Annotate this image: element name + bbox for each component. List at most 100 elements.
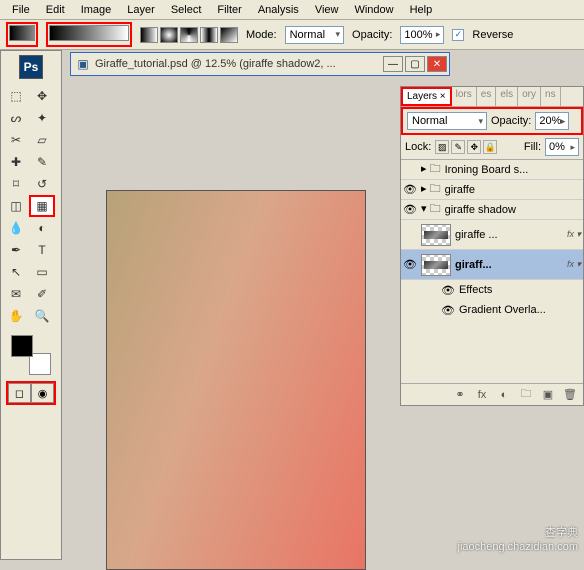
stamp-tool[interactable]: ⌑ xyxy=(3,173,29,195)
menu-filter[interactable]: Filter xyxy=(209,2,249,18)
menu-view[interactable]: View xyxy=(307,2,347,18)
color-swatches[interactable] xyxy=(11,335,51,375)
reverse-checkbox[interactable]: ✓ xyxy=(452,29,464,41)
quickmask-mode-button[interactable]: ◉ xyxy=(31,383,54,403)
document-window: ▣ Giraffe_tutorial.psd @ 12.5% (giraffe … xyxy=(70,52,450,76)
mode-dropdown[interactable]: Normal xyxy=(285,26,344,44)
link-layers-button[interactable]: ⚭ xyxy=(451,387,469,403)
eyedropper-tool[interactable]: ✐ xyxy=(29,283,55,305)
layer-row[interactable]: giraffe ... fx ▾ xyxy=(401,220,583,250)
reflected-gradient-button[interactable] xyxy=(200,27,218,43)
path-tool[interactable]: ↖ xyxy=(3,261,29,283)
diamond-gradient-button[interactable] xyxy=(220,27,238,43)
options-bar: Mode: Normal Opacity: 100% ✓ Reverse xyxy=(0,20,584,50)
panel-tab[interactable]: es xyxy=(477,87,497,106)
shape-tool[interactable]: ▭ xyxy=(29,261,55,283)
menu-help[interactable]: Help xyxy=(402,2,441,18)
zoom-tool[interactable]: 🔍 xyxy=(29,305,55,327)
layer-opacity-label: Opacity: xyxy=(491,115,531,127)
effect-item[interactable]: 👁 Gradient Overla... xyxy=(401,300,583,320)
fill-input[interactable]: 0% xyxy=(545,138,579,156)
visibility-icon[interactable]: 👁 xyxy=(403,183,417,196)
new-group-button[interactable]: 🗀 xyxy=(517,387,535,403)
layer-row[interactable]: 👁 giraff... fx ▾ xyxy=(401,250,583,280)
opacity-label: Opacity: xyxy=(352,29,392,41)
maximize-button[interactable]: ▢ xyxy=(405,56,425,72)
visibility-icon[interactable]: 👁 xyxy=(441,304,455,317)
lock-all-icon[interactable]: 🔒 xyxy=(483,140,497,154)
crop-tool[interactable]: ✂ xyxy=(3,129,29,151)
lock-transparency-icon[interactable]: ▨ xyxy=(435,140,449,154)
foreground-color[interactable] xyxy=(11,335,33,357)
layer-mask-button[interactable]: ◐ xyxy=(495,387,513,403)
layer-name: giraff... xyxy=(455,259,492,271)
layer-row[interactable]: ▸ 🗀 Ironing Board s... xyxy=(401,160,583,180)
menu-image[interactable]: Image xyxy=(73,2,120,18)
dodge-tool[interactable]: ◐ xyxy=(29,217,55,239)
panel-tab[interactable]: lors xyxy=(452,87,477,106)
panel-tab[interactable]: ory xyxy=(518,87,541,106)
gradient-swatch[interactable] xyxy=(9,25,35,41)
delete-layer-button[interactable]: 🗑 xyxy=(561,387,579,403)
notes-tool[interactable]: ✉ xyxy=(3,283,29,305)
gradient-type-group xyxy=(140,27,238,43)
gradient-tool[interactable]: ▦ xyxy=(29,195,55,217)
panel-tab[interactable]: ns xyxy=(541,87,561,106)
pen-tool[interactable]: ✒ xyxy=(3,239,29,261)
layer-thumbnail xyxy=(421,224,451,246)
fx-badge[interactable]: fx ▾ xyxy=(567,229,581,240)
lock-label: Lock: xyxy=(405,141,431,153)
history-brush-tool[interactable]: ↺ xyxy=(29,173,55,195)
gradient-preview[interactable] xyxy=(49,25,129,41)
effects-row[interactable]: 👁 Effects xyxy=(401,280,583,300)
standard-mode-button[interactable]: ◻ xyxy=(8,383,31,403)
menu-analysis[interactable]: Analysis xyxy=(250,2,307,18)
minimize-button[interactable]: — xyxy=(383,56,403,72)
layers-tab[interactable]: Layers × xyxy=(401,87,452,106)
layer-row[interactable]: 👁 ▾ 🗀 giraffe shadow xyxy=(401,200,583,220)
move-tool[interactable]: ✥ xyxy=(29,85,55,107)
marquee-tool[interactable]: ⬚ xyxy=(3,85,29,107)
wand-tool[interactable]: ✦ xyxy=(29,107,55,129)
canvas[interactable] xyxy=(106,190,366,570)
lock-position-icon[interactable]: ✥ xyxy=(467,140,481,154)
menu-layer[interactable]: Layer xyxy=(119,2,163,18)
linear-gradient-button[interactable] xyxy=(140,27,158,43)
brush-tool[interactable]: ✎ xyxy=(29,151,55,173)
visibility-icon[interactable]: 👁 xyxy=(403,258,417,271)
effects-label: Effects xyxy=(459,284,492,296)
toolbox: Ps ⬚ ✥ ᔕ ✦ ✂ ▱ ✚ ✎ ⌑ ↺ ◫ ▦ 💧 ◐ ✒ T ↖ ▭ ✉… xyxy=(0,50,62,560)
menu-edit[interactable]: Edit xyxy=(38,2,73,18)
heal-tool[interactable]: ✚ xyxy=(3,151,29,173)
visibility-icon[interactable]: 👁 xyxy=(403,203,417,216)
new-layer-button[interactable]: ▣ xyxy=(539,387,557,403)
visibility-icon[interactable]: 👁 xyxy=(441,284,455,297)
document-icon: ▣ xyxy=(75,56,91,72)
angle-gradient-button[interactable] xyxy=(180,27,198,43)
layer-opacity-input[interactable]: 20% xyxy=(535,112,569,130)
menu-window[interactable]: Window xyxy=(346,2,401,18)
hand-tool[interactable]: ✋ xyxy=(3,305,29,327)
layer-name: giraffe ... xyxy=(455,229,498,241)
blend-mode-dropdown[interactable]: Normal xyxy=(407,112,487,130)
blur-tool[interactable]: 💧 xyxy=(3,217,29,239)
type-tool[interactable]: T xyxy=(29,239,55,261)
eraser-tool[interactable]: ◫ xyxy=(3,195,29,217)
menu-select[interactable]: Select xyxy=(163,2,210,18)
close-button[interactable]: ✕ xyxy=(427,56,447,72)
fx-badge[interactable]: fx ▾ xyxy=(567,259,581,270)
radial-gradient-button[interactable] xyxy=(160,27,178,43)
slice-tool[interactable]: ▱ xyxy=(29,129,55,151)
layer-fx-button[interactable]: fx xyxy=(473,387,491,403)
layer-thumbnail xyxy=(421,254,451,276)
lock-pixels-icon[interactable]: ✎ xyxy=(451,140,465,154)
menu-file[interactable]: File xyxy=(4,2,38,18)
opacity-input[interactable]: 100% xyxy=(400,26,444,44)
panel-tab[interactable]: els xyxy=(496,87,518,106)
layers-panel: Layers × lors es els ory ns Normal Opaci… xyxy=(400,86,584,406)
lasso-tool[interactable]: ᔕ xyxy=(3,107,29,129)
layer-row[interactable]: 👁 ▸ 🗀 giraffe xyxy=(401,180,583,200)
document-title: Giraffe_tutorial.psd @ 12.5% (giraffe sh… xyxy=(95,58,383,70)
gradient-swatch-highlight xyxy=(6,22,38,47)
layer-list: ▸ 🗀 Ironing Board s... 👁 ▸ 🗀 giraffe 👁 ▾… xyxy=(401,159,583,320)
